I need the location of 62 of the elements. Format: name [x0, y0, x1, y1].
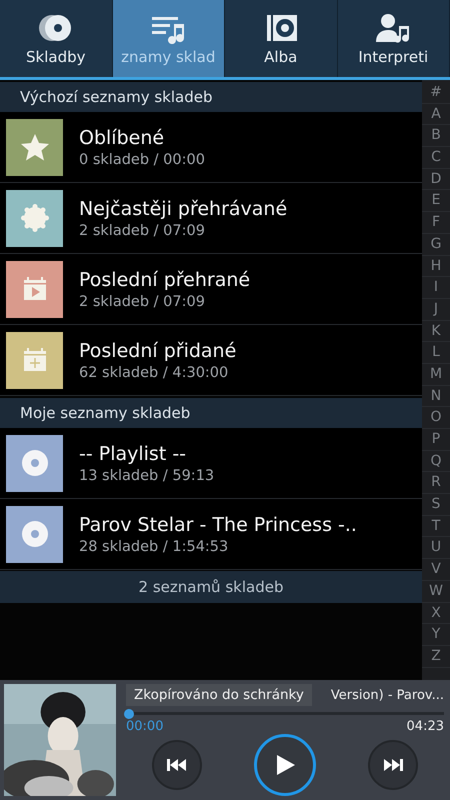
playlist-info: 62 skladeb / 4:30:00	[79, 364, 230, 380]
index-letter[interactable]: B	[422, 125, 450, 148]
index-bar[interactable]: # A B C D E F G H I J K L M N O P Q R S T U V W X Y Z	[422, 80, 450, 680]
next-icon	[383, 758, 403, 772]
index-letter[interactable]: T	[422, 516, 450, 538]
index-letter[interactable]: V	[422, 559, 450, 581]
index-letter[interactable]: D	[422, 168, 450, 190]
section-header: Výchozí seznamy skladeb	[0, 82, 422, 112]
tab[interactable]: znamy sklad	[112, 0, 225, 77]
playlist-title: Nejčastěji přehrávané	[79, 198, 288, 220]
index-letter[interactable]: W	[422, 580, 450, 602]
index-letter[interactable]: C	[422, 147, 450, 169]
index-letter[interactable]: X	[422, 602, 450, 624]
previous-icon	[167, 758, 187, 772]
playlist-info: 2 skladeb / 07:09	[79, 222, 206, 238]
playlist-item[interactable]: -- Playlist -- 13 skladeb / 59:13	[0, 428, 422, 499]
playlist-info: 28 skladeb / 1:54:53	[79, 538, 230, 554]
playlist-title: Poslední přehrané	[79, 268, 250, 290]
index-letter[interactable]: L	[422, 342, 450, 364]
index-letter[interactable]: Z	[422, 646, 450, 668]
index-letter[interactable]: U	[422, 537, 450, 560]
index-letter[interactable]: J	[422, 298, 450, 321]
playlist-item[interactable]: Poslední přehrané 2 skladeb / 07:09	[0, 254, 422, 325]
playlist-count: 2 seznamů skladeb	[0, 571, 422, 603]
index-letter[interactable]: #	[422, 82, 450, 104]
index-letter[interactable]: F	[422, 212, 450, 234]
index-letter[interactable]: H	[422, 256, 450, 278]
tab[interactable]: Interpreti	[338, 0, 450, 77]
index-letter[interactable]: K	[422, 320, 450, 342]
index-letter[interactable]: N	[422, 386, 450, 408]
index-letter[interactable]: S	[422, 494, 450, 516]
tab[interactable]: Alba	[225, 0, 338, 77]
index-letter[interactable]: G	[422, 234, 450, 256]
playlist-title: Oblíbené	[79, 126, 166, 148]
play-icon	[275, 754, 295, 776]
index-letter[interactable]: E	[422, 190, 450, 212]
playlist-title: Parov Stelar - The Princess -..	[79, 514, 357, 536]
index-letter[interactable]: R	[422, 472, 450, 494]
next-button[interactable]	[368, 740, 418, 790]
index-letter[interactable]: A	[422, 104, 450, 126]
index-letter[interactable]: O	[422, 407, 450, 429]
index-letter[interactable]: M	[422, 364, 450, 386]
playlist-item[interactable]: Oblíbené 0 skladeb / 00:00	[0, 112, 422, 183]
playlist-item[interactable]: Nejčastěji přehrávané 2 skladeb / 07:09	[0, 183, 422, 254]
section-header: Moje seznamy skladeb	[0, 398, 422, 428]
index-letter[interactable]: P	[422, 429, 450, 451]
playlist-info: 0 skladeb / 00:00	[79, 152, 205, 168]
index-letter[interactable]: I	[422, 277, 450, 299]
tab[interactable]: Skladby	[0, 0, 112, 77]
index-letter[interactable]: Y	[422, 624, 450, 646]
elapsed-time: 00:00	[126, 719, 164, 734]
playlist-item[interactable]: Poslední přidané 62 skladeb / 4:30:00	[0, 325, 422, 396]
playlist-info: 2 skladeb / 07:09	[79, 294, 206, 310]
toast: Zkopírováno do schránky	[126, 684, 312, 706]
track-title: Version) - Parov...	[330, 688, 444, 702]
total-time: 04:23	[406, 719, 444, 734]
index-letter[interactable]: Q	[422, 450, 450, 472]
playlist-info: 13 skladeb / 59:13	[79, 468, 214, 484]
playlist-title: -- Playlist --	[79, 442, 188, 464]
previous-button[interactable]	[152, 740, 202, 790]
playlist-item[interactable]: Parov Stelar - The Princess -.. 28 skladeb / 1:54:53	[0, 499, 422, 570]
playlist-title: Poslední přidané	[79, 340, 236, 362]
